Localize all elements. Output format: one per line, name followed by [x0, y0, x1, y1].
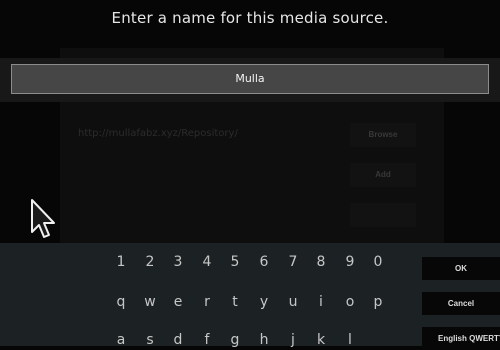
key-u[interactable]: u [279, 294, 307, 310]
virtual-keyboard: 1 2 3 4 5 6 7 8 9 0 q w e r t y u i o p … [0, 243, 500, 350]
key-y[interactable]: y [250, 294, 278, 310]
key-2[interactable]: 2 [136, 254, 164, 270]
key-9[interactable]: 9 [336, 254, 364, 270]
background-add-button: Add [350, 163, 416, 187]
key-r[interactable]: r [193, 294, 221, 310]
ok-button[interactable]: OK [422, 257, 500, 280]
key-3[interactable]: 3 [164, 254, 192, 270]
mouse-pointer-icon [31, 199, 55, 238]
key-6[interactable]: 6 [250, 254, 278, 270]
keyboard-layout-button[interactable]: English QWERTY [422, 327, 500, 350]
key-0[interactable]: 0 [364, 254, 392, 270]
background-button [350, 203, 416, 227]
key-q[interactable]: q [107, 294, 135, 310]
key-i[interactable]: i [307, 294, 335, 310]
key-t[interactable]: t [221, 294, 249, 310]
key-e[interactable]: e [164, 294, 192, 310]
key-5[interactable]: 5 [221, 254, 249, 270]
background-source-url: http://mullafabz.xyz/Repository/ [78, 128, 238, 139]
key-w[interactable]: w [136, 294, 164, 310]
key-4[interactable]: 4 [193, 254, 221, 270]
key-8[interactable]: 8 [307, 254, 335, 270]
key-p[interactable]: p [364, 294, 392, 310]
key-o[interactable]: o [336, 294, 364, 310]
name-input[interactable]: Mulla [11, 64, 489, 94]
dialog-title: Enter a name for this media source. [111, 9, 389, 27]
key-1[interactable]: 1 [107, 254, 135, 270]
key-7[interactable]: 7 [279, 254, 307, 270]
cancel-button[interactable]: Cancel [422, 292, 500, 315]
background-browse-button: Browse [350, 123, 416, 147]
